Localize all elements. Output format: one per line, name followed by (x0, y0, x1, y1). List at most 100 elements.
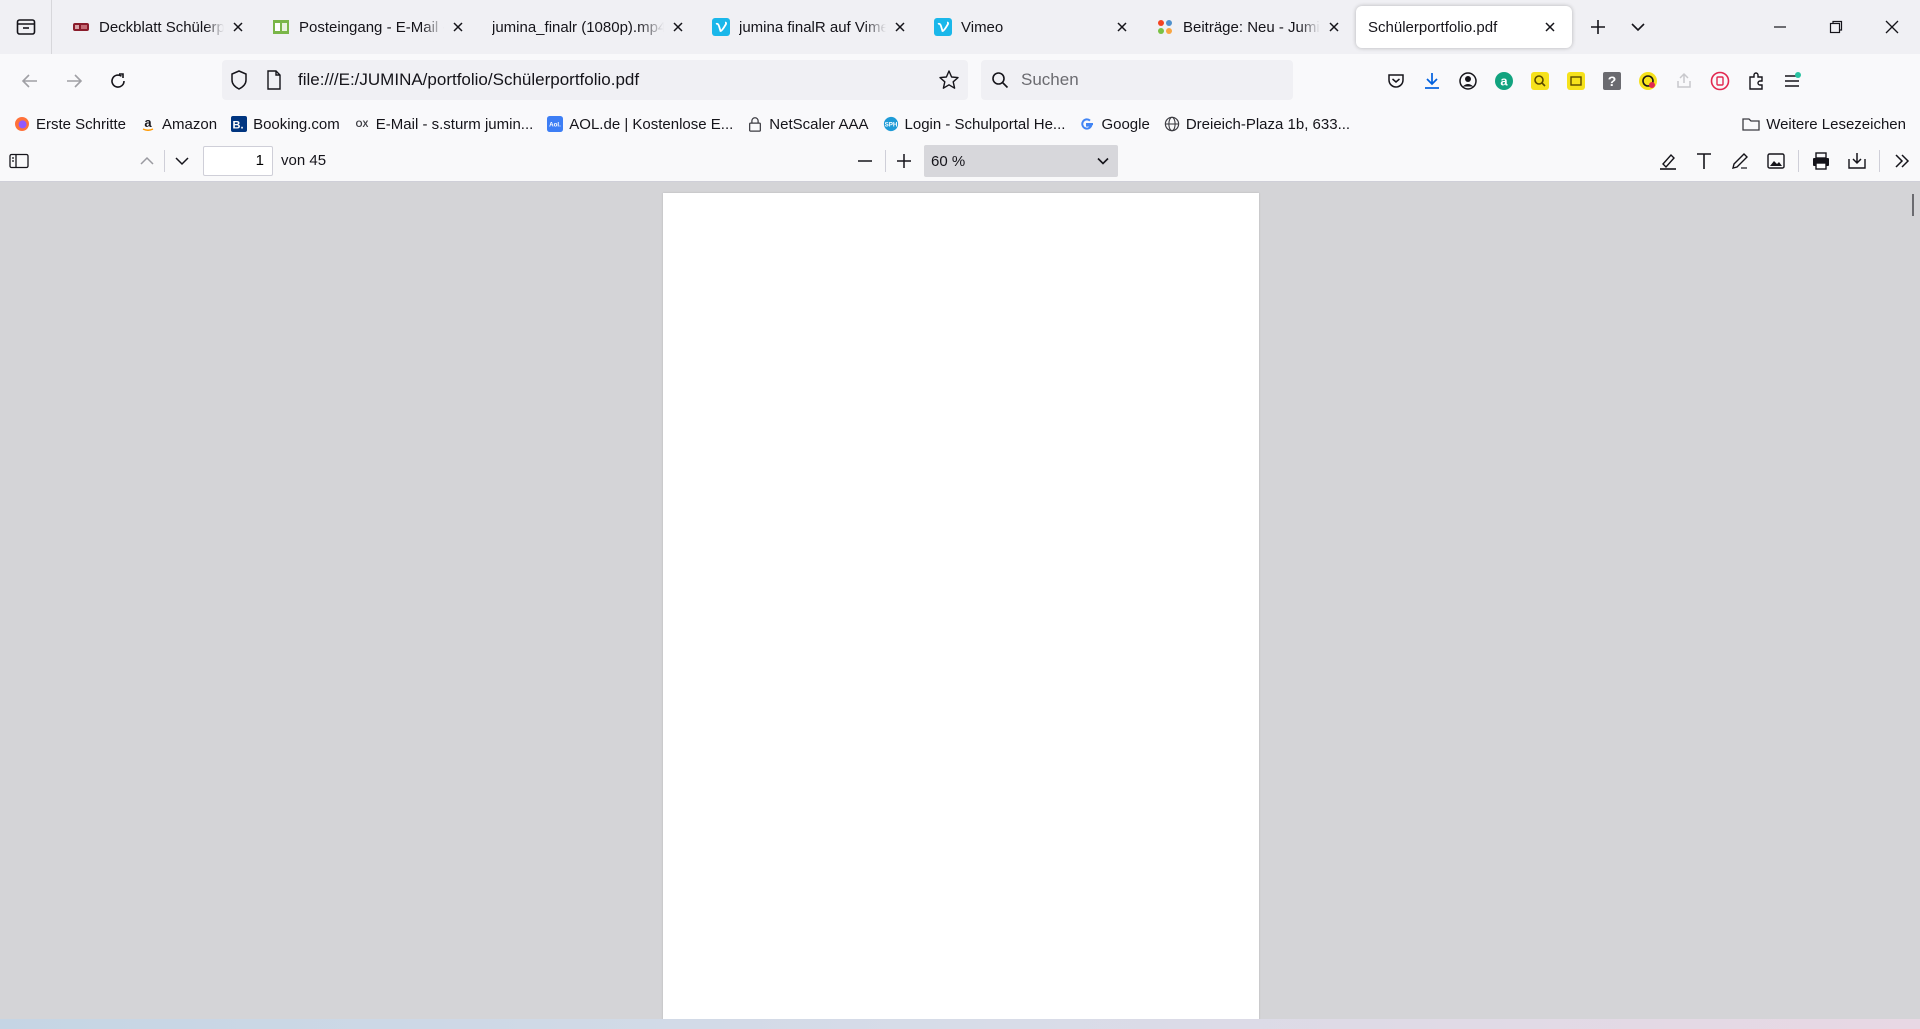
extension-help-button[interactable]: ? (1594, 61, 1630, 101)
extension-search-button[interactable] (1522, 61, 1558, 101)
extensions-button[interactable] (1738, 61, 1774, 101)
bookmark-label: Amazon (162, 115, 218, 133)
svg-text:SPH: SPH (884, 122, 897, 129)
text-icon (1697, 153, 1711, 169)
close-tab-icon[interactable] (668, 17, 688, 37)
yellow-search-icon (1531, 72, 1549, 90)
firefox-view-button[interactable] (0, 0, 52, 54)
tab-strip: Deckblatt Schülerportfolio Posteingang -… (0, 0, 1920, 54)
close-tab-icon[interactable] (1112, 17, 1132, 37)
circle-a-icon: a (1495, 72, 1513, 90)
close-tab-icon[interactable] (1540, 17, 1560, 37)
tab-vimeo-jumina[interactable]: jumina finalR auf Vimeo (700, 6, 922, 48)
tab-deckblatt[interactable]: Deckblatt Schülerportfolio (60, 6, 260, 48)
highlight-button[interactable] (1650, 144, 1686, 178)
scrollbar-thumb[interactable] (1912, 194, 1914, 216)
list-all-tabs-button[interactable] (1618, 7, 1658, 47)
close-tab-icon[interactable] (1324, 17, 1344, 37)
app-menu-button[interactable] (1774, 61, 1810, 101)
account-button[interactable] (1450, 61, 1486, 101)
bookmark-label: Google (1101, 115, 1150, 133)
url-text[interactable]: file:///E:/JUMINA/portfolio/Schülerportf… (298, 70, 639, 90)
navigation-toolbar: file:///E:/JUMINA/portfolio/Schülerportf… (0, 54, 1920, 108)
joomla-icon (1156, 18, 1174, 36)
bookmark-item[interactable]: SPH Login - Schulportal He... (883, 110, 1066, 138)
tab-schuelerportfolio-pdf[interactable]: Schülerportfolio.pdf (1356, 6, 1572, 48)
previous-page-button[interactable] (130, 144, 164, 178)
bookmark-item[interactable]: Erste Schritte (14, 110, 126, 138)
extension-a-button[interactable]: a (1486, 61, 1522, 101)
taskbar-edge (0, 1019, 1920, 1029)
minimize-button[interactable] (1752, 0, 1808, 54)
zoom-in-button[interactable] (887, 144, 921, 178)
bookmark-label: Dreieich-Plaza 1b, 633... (1185, 115, 1351, 133)
close-icon (1885, 20, 1899, 34)
text-button[interactable] (1686, 144, 1722, 178)
bookmark-item[interactable]: B. Booking.com (231, 110, 340, 138)
amazon-icon: a (140, 116, 156, 132)
search-input[interactable] (1021, 70, 1281, 90)
page-number-input[interactable] (203, 145, 273, 176)
tools-menu-button[interactable] (1884, 144, 1920, 178)
close-tab-icon[interactable] (228, 17, 248, 37)
bookmark-item[interactable]: a Amazon (140, 110, 217, 138)
tab-video-file[interactable]: jumina_finalr (1080p).mp4 (480, 6, 700, 48)
forward-button[interactable] (52, 59, 96, 103)
tab-posteingang[interactable]: Posteingang - E-Mail - s.sturm (260, 6, 480, 48)
extension-record-button[interactable] (1630, 61, 1666, 101)
pocket-button[interactable] (1378, 61, 1414, 101)
close-tab-icon[interactable] (890, 17, 910, 37)
tab-beitraege[interactable]: Beiträge: Neu - Jumina (1144, 6, 1356, 48)
next-page-button[interactable] (165, 144, 199, 178)
bookmark-item[interactable]: OX E-Mail - s.sturm jumin... (354, 110, 533, 138)
svg-text:B.: B. (233, 120, 244, 132)
yellow-translate-icon (1567, 72, 1585, 90)
reload-icon (111, 73, 125, 88)
bookmark-item[interactable]: Google (1079, 110, 1150, 138)
restore-button[interactable] (1808, 0, 1864, 54)
search-bar[interactable] (981, 60, 1293, 100)
bookmark-label: AOL.de | Kostenlose E... (569, 115, 734, 133)
bookmark-star-icon[interactable] (938, 69, 960, 91)
pocket-icon (1388, 74, 1404, 88)
sidebar-toggle-button[interactable] (2, 144, 36, 178)
downloads-button[interactable] (1414, 61, 1450, 101)
page-count-label: von 45 (281, 152, 327, 169)
zoom-out-button[interactable] (848, 144, 882, 178)
ox-mail-icon: OX (354, 116, 370, 132)
add-image-button[interactable] (1758, 144, 1794, 178)
other-bookmarks[interactable]: Weitere Lesezeichen (1742, 110, 1906, 138)
draw-button[interactable] (1722, 144, 1758, 178)
close-tab-icon[interactable] (448, 17, 468, 37)
booking-icon: B. (231, 116, 248, 132)
close-window-button[interactable] (1864, 0, 1920, 54)
print-button[interactable] (1803, 144, 1839, 178)
new-tab-button[interactable] (1578, 7, 1618, 47)
extension-translate-button[interactable] (1558, 61, 1594, 101)
address-bar[interactable]: file:///E:/JUMINA/portfolio/Schülerportf… (222, 60, 968, 100)
bookmark-item[interactable]: NetScaler AAA (747, 110, 869, 138)
bookmark-label: Login - Schulportal He... (904, 115, 1066, 133)
extension-share-button[interactable] (1666, 61, 1702, 101)
search-icon (991, 71, 1009, 89)
plus-icon (1591, 20, 1605, 34)
bookmark-item[interactable]: Dreieich-Plaza 1b, 633... (1164, 110, 1350, 138)
question-icon: ? (1603, 72, 1621, 90)
back-button[interactable] (8, 59, 52, 103)
reload-button[interactable] (96, 59, 140, 103)
pdf-viewer[interactable] (0, 182, 1920, 1019)
shield-icon[interactable] (228, 69, 250, 91)
svg-text:Aol.: Aol. (549, 122, 561, 129)
window-controls (1752, 0, 1920, 54)
svg-text:a: a (144, 116, 152, 130)
page-icon[interactable] (266, 70, 282, 90)
tab-vimeo[interactable]: Vimeo (922, 6, 1144, 48)
bookmark-label: Booking.com (253, 115, 340, 133)
svg-text:a: a (1500, 74, 1508, 89)
extension-red-button[interactable] (1702, 61, 1738, 101)
tab-title: jumina finalR auf Vimeo (739, 18, 886, 36)
highlighter-icon (1660, 153, 1676, 170)
zoom-select[interactable]: 60 % (924, 145, 1118, 177)
bookmark-item[interactable]: Aol. AOL.de | Kostenlose E... (547, 110, 733, 138)
save-button[interactable] (1839, 144, 1875, 178)
